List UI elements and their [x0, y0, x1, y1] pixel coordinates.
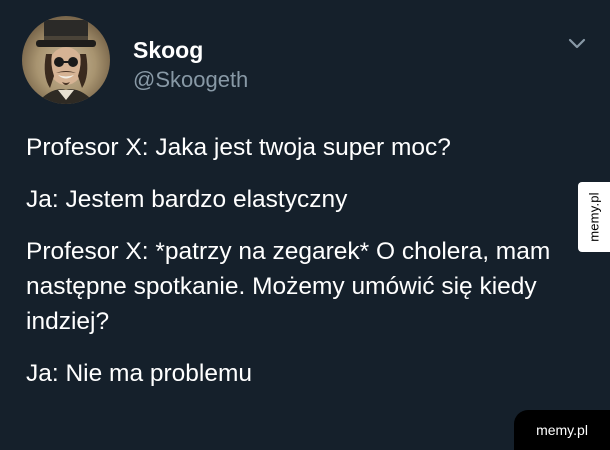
- tweet-body: Profesor X: Jaka jest twoja super moc? J…: [26, 130, 586, 408]
- tweet-line: Profesor X: Jaka jest twoja super moc?: [26, 134, 451, 161]
- watermark-corner-text: memy.pl: [536, 422, 588, 438]
- author-handle[interactable]: @Skoogeth: [133, 66, 248, 94]
- tweet-line: Ja: Nie ma problemu: [26, 360, 253, 387]
- watermark-corner: memy.pl: [514, 410, 610, 450]
- avatar[interactable]: [22, 16, 110, 104]
- tweet-line: Ja: Jestem bardzo elastyczny: [26, 186, 348, 213]
- tweet-card: Skoog @Skoogeth Profesor X: Jaka jest tw…: [0, 0, 610, 450]
- watermark-side-text: memy.pl: [586, 192, 602, 242]
- avatar-photo-icon: [36, 20, 96, 104]
- tweet-line: Profesor X: *patrzy na zegarek* O choler…: [26, 238, 551, 335]
- tweet-menu-button[interactable]: [566, 34, 588, 52]
- chevron-down-icon: [568, 38, 586, 49]
- watermark-side: memy.pl: [578, 182, 610, 252]
- author-display-name[interactable]: Skoog: [133, 36, 203, 64]
